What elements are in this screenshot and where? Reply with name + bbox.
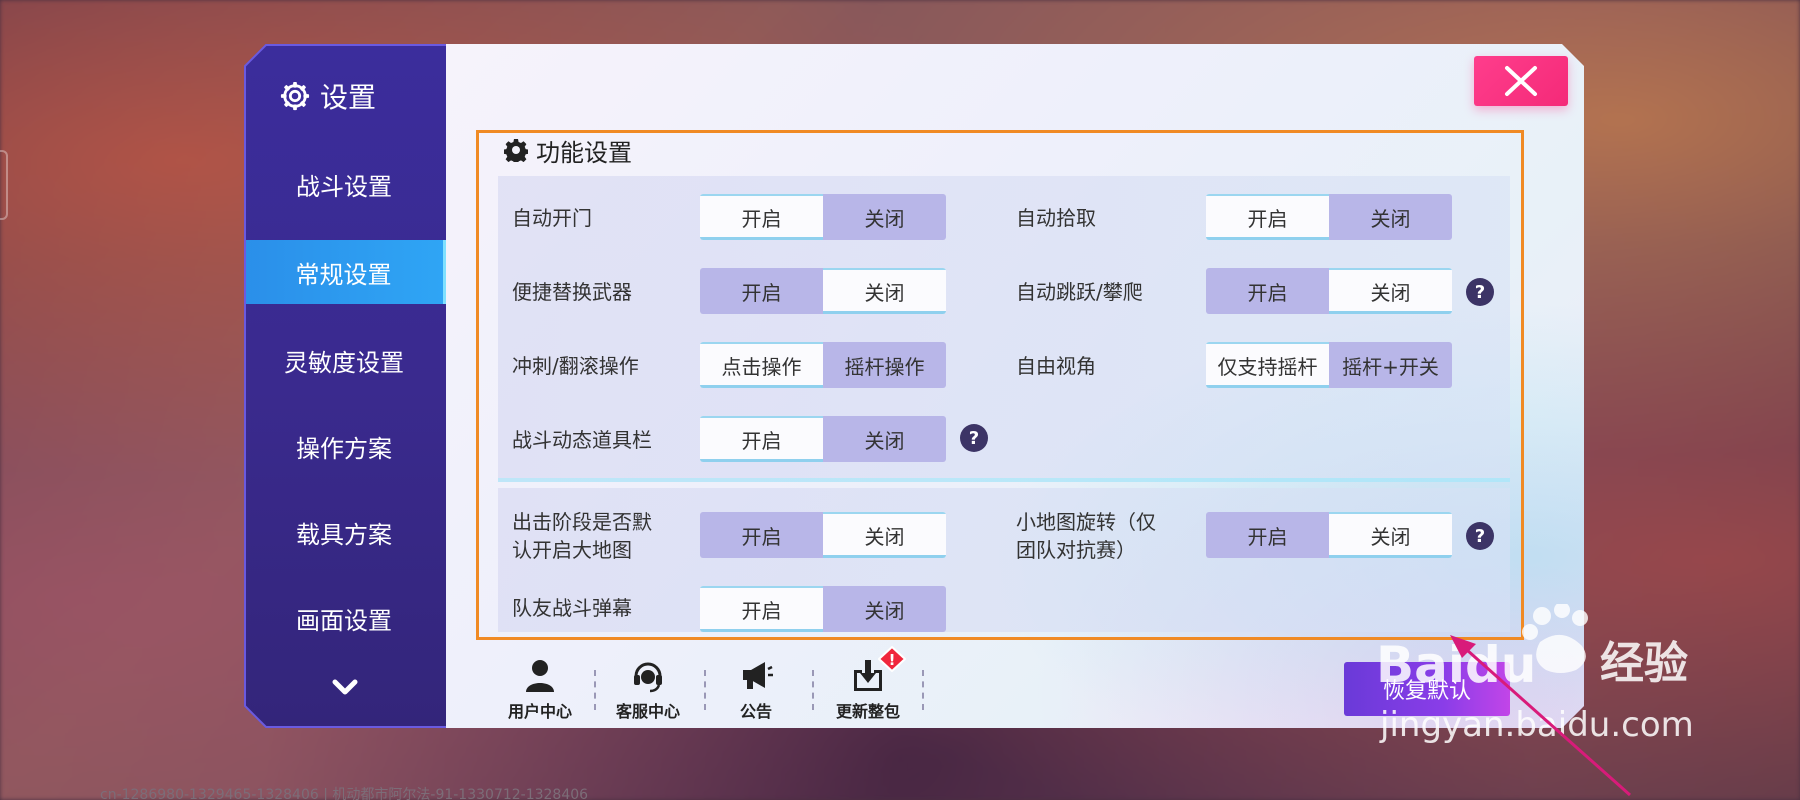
nav-item-label: 操作方案 [296,434,392,463]
user-center-button[interactable]: 用户中心 [490,656,590,724]
background-edge-handle [0,150,8,220]
support-center-button[interactable]: 客服中心 [598,656,698,724]
bottom-label: 用户中心 [507,702,572,721]
nav-item-vehicle-scheme[interactable]: 载具方案 [244,500,444,564]
nav-item-general-settings[interactable]: 常规设置 [227,240,443,304]
nav-item-control-scheme[interactable]: 操作方案 [244,414,444,478]
nav-item-label: 载具方案 [296,520,392,549]
settings-sidebar: 设置 战斗设置 常规设置 灵敏度设置 操作方案 载具方案 画面设置 [244,44,458,728]
nav-item-label: 战斗设置 [296,172,392,201]
sidebar-title: 设置 [280,76,376,116]
nav-item-label: 灵敏度设置 [284,348,404,377]
bottom-label: 更新整包 [835,702,900,721]
bottom-separator [812,670,814,710]
annotation-highlight-frame [476,130,1524,640]
nav-item-label: 画面设置 [296,606,392,635]
headset-icon [634,662,662,693]
bottom-separator [922,670,924,710]
sidebar-title-text: 设置 [320,81,377,114]
restore-defaults-button[interactable]: 恢复默认 [1344,662,1510,716]
bottom-label: 公告 [739,702,772,721]
alert-badge-icon: ! [878,646,906,672]
nav-item-sensitivity-settings[interactable]: 灵敏度设置 [244,328,444,392]
chevron-down-icon[interactable] [330,676,360,700]
restore-defaults-label: 恢复默认 [1382,679,1471,704]
version-info: cn-1286980-1329465-1328406 | 机动都市阿尔法-91-… [100,787,589,800]
megaphone-icon [743,662,773,689]
settings-gear-icon [280,81,310,111]
nav-item-battle-settings[interactable]: 战斗设置 [244,152,444,216]
close-icon [1505,66,1537,96]
nav-item-graphics-settings[interactable]: 画面设置 [244,586,444,650]
user-icon [526,660,554,692]
announcement-button[interactable]: 公告 [706,656,806,724]
bottom-label: 客服中心 [615,702,680,721]
close-button[interactable] [1474,56,1568,106]
bottom-separator [594,670,596,710]
badge-text: ! [889,651,896,669]
nav-item-label: 常规设置 [295,260,392,289]
